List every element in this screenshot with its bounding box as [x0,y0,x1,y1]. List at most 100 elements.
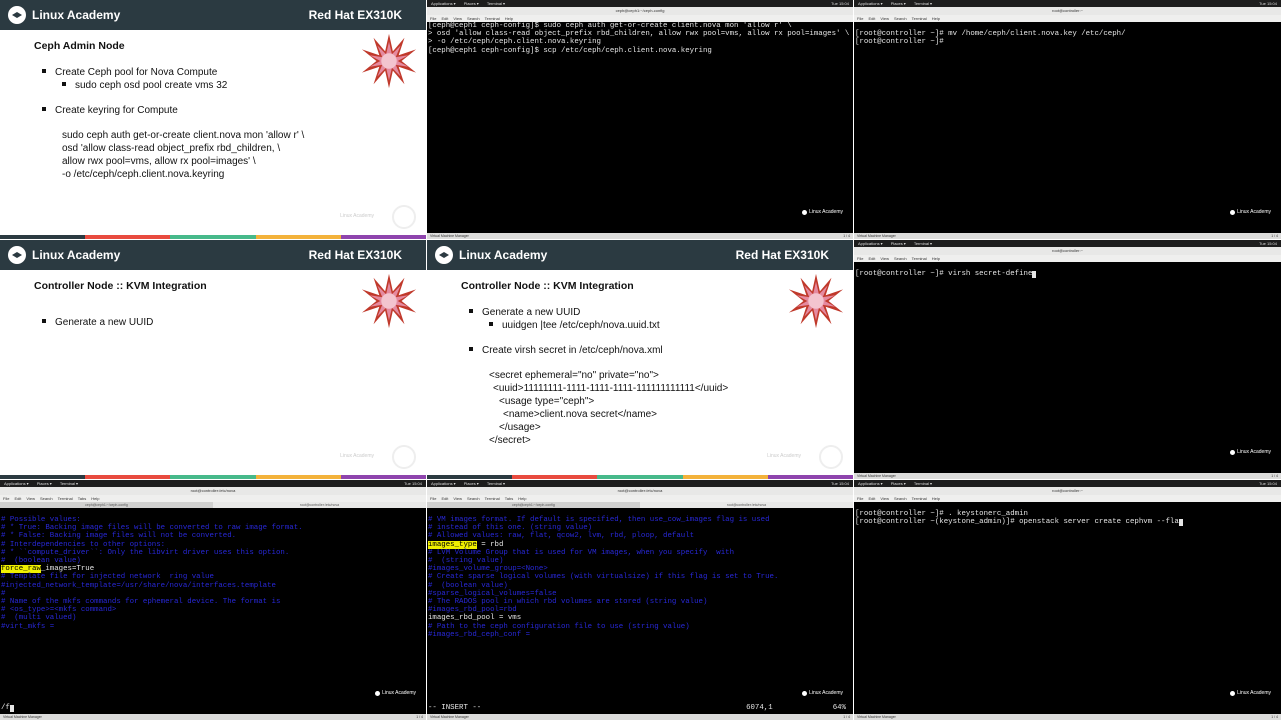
menu-edit[interactable]: Edit [441,496,448,501]
menu-edit[interactable]: Edit [868,496,875,501]
menu-terminal[interactable]: Terminal [912,256,927,261]
tab-ceph[interactable]: ceph@ceph1:~/ceph-config [427,502,640,508]
starburst-logo-icon [361,273,417,329]
terminal-controller-mv[interactable]: Applications ▾ Places ▾ Terminal ▾ Tue 1… [854,0,1281,239]
menu-file[interactable]: File [857,256,863,261]
vim-buffer[interactable]: # Possible values: # * True: Backing ima… [1,516,425,714]
terminal-vim-force-raw[interactable]: Applications ▾ Places ▾ Terminal ▾ Tue 1… [0,480,426,720]
menu-file[interactable]: File [3,496,9,501]
terminal-cursor [1032,271,1037,279]
code-line: <secret ephemeral="no" private="no"> [489,370,659,381]
places-menu[interactable]: Places ▾ [891,481,906,486]
clock: Tue 15:04 [404,481,422,486]
taskbar-item[interactable]: Virtual Machine Manager [857,474,896,478]
config-line: # (string value) [428,557,504,566]
applications-menu[interactable]: Applications ▾ [4,481,29,486]
search-highlight: images_type [428,540,477,549]
slide-kvm-integration-secret: Linux Academy Red Hat EX310K Controller … [427,240,853,479]
menu-help[interactable]: Help [932,256,940,261]
menu-search[interactable]: Search [894,496,907,501]
applications-menu[interactable]: Applications ▾ [431,481,456,486]
watermark-icon [392,205,416,229]
vim-buffer[interactable]: # VM images format. If default is specif… [428,516,852,714]
places-menu[interactable]: Places ▾ [464,481,479,486]
menu-help[interactable]: Help [932,16,940,21]
menu-terminal[interactable]: Terminal [485,496,500,501]
window-menubar: File Edit View Search Terminal Help [854,255,1281,262]
gnome-top-bar: Applications ▾ Places ▾ Terminal ▾ Tue 1… [854,480,1281,487]
vim-command-line[interactable]: /f [1,704,425,712]
menu-view[interactable]: View [453,16,462,21]
menu-file[interactable]: File [430,16,436,21]
places-menu[interactable]: Places ▾ [891,1,906,6]
places-menu[interactable]: Places ▾ [464,1,479,6]
menu-view[interactable]: View [880,496,889,501]
terminal-menu[interactable]: Terminal ▾ [914,1,932,6]
terminal-menu[interactable]: Terminal ▾ [914,481,932,486]
taskbar-item[interactable]: Virtual Machine Manager [430,234,469,238]
tab-controller[interactable]: root@controller:/etc/nova [213,502,426,508]
menu-view[interactable]: View [26,496,35,501]
terminal-output[interactable]: [root@controller ~]# . keystonerc_admin … [855,510,1280,714]
terminal-menu[interactable]: Terminal ▾ [487,1,505,6]
taskbar-item[interactable]: Virtual Machine Manager [430,715,469,719]
menu-tabs[interactable]: Tabs [505,496,513,501]
code-line: <uuid>11111111-1111-1111-1111-1111111111… [493,383,729,394]
taskbar-item[interactable]: Virtual Machine Manager [857,234,896,238]
menu-search[interactable]: Search [467,496,480,501]
applications-menu[interactable]: Applications ▾ [858,1,883,6]
menu-help[interactable]: Help [932,496,940,501]
workspace-indicator: 1 / 4 [1271,474,1278,478]
menu-terminal[interactable]: Terminal [912,16,927,21]
menu-edit[interactable]: Edit [868,256,875,261]
taskbar-item[interactable]: Virtual Machine Manager [3,715,42,719]
config-line: # LVM Volume Group that is used for VM i… [428,548,735,557]
menu-edit[interactable]: Edit [441,16,448,21]
taskbar: Virtual Machine Manager 1 / 4 [427,233,853,239]
config-line: # * False: Backing image files will not … [1,532,237,541]
workspace-indicator: 1 / 4 [416,715,423,719]
menu-view[interactable]: View [880,16,889,21]
places-menu[interactable]: Places ▾ [37,481,52,486]
menu-terminal[interactable]: Terminal [58,496,73,501]
applications-menu[interactable]: Applications ▾ [858,241,883,246]
terminal-menu[interactable]: Terminal ▾ [487,481,505,486]
menu-search[interactable]: Search [894,256,907,261]
terminal-line: [root@controller ~]# virsh secret-define [855,270,1280,279]
menu-edit[interactable]: Edit [868,16,875,21]
menu-search[interactable]: Search [894,16,907,21]
menu-view[interactable]: View [453,496,462,501]
menu-terminal[interactable]: Terminal [485,16,500,21]
config-line: # Interdependencies to other options: [1,540,166,549]
menu-file[interactable]: File [857,496,863,501]
menu-edit[interactable]: Edit [14,496,21,501]
menu-tabs[interactable]: Tabs [78,496,86,501]
terminal-output[interactable]: [ceph@ceph1 ceph-config]$ sudo ceph auth… [428,22,852,233]
terminal-vim-images-type[interactable]: Applications ▾ Places ▾ Terminal ▾ Tue 1… [427,480,853,720]
menu-help[interactable]: Help [505,16,513,21]
terminal-output[interactable]: [root@controller ~]# mv /home/ceph/clien… [855,30,1280,233]
watermark-icon [392,445,416,469]
terminal-openstack-server-create[interactable]: Applications ▾ Places ▾ Terminal ▾ Tue 1… [854,480,1281,720]
menu-help[interactable]: Help [518,496,526,501]
terminal-output[interactable]: [root@controller ~]# virsh secret-define [855,270,1280,473]
menu-help[interactable]: Help [91,496,99,501]
applications-menu[interactable]: Applications ▾ [431,1,456,6]
applications-menu[interactable]: Applications ▾ [858,481,883,486]
terminal-cursor [9,705,14,712]
menu-search[interactable]: Search [40,496,53,501]
config-line-edited: force_raw_images=True [1,565,95,574]
tab-ceph[interactable]: ceph@ceph1:~/ceph-config [0,502,213,508]
menu-search[interactable]: Search [467,16,480,21]
menu-file[interactable]: File [430,496,436,501]
tab-controller[interactable]: root@controller:/etc/nova [640,502,853,508]
taskbar-item[interactable]: Virtual Machine Manager [857,715,896,719]
menu-file[interactable]: File [857,16,863,21]
terminal-controller-virsh[interactable]: Applications ▾ Places ▾ Terminal ▾ Tue 1… [854,240,1281,479]
menu-view[interactable]: View [880,256,889,261]
terminal-ceph-admin[interactable]: Applications ▾ Places ▾ Terminal ▾ Tue 1… [427,0,853,239]
terminal-menu[interactable]: Terminal ▾ [60,481,78,486]
places-menu[interactable]: Places ▾ [891,241,906,246]
menu-terminal[interactable]: Terminal [912,496,927,501]
terminal-menu[interactable]: Terminal ▾ [914,241,932,246]
